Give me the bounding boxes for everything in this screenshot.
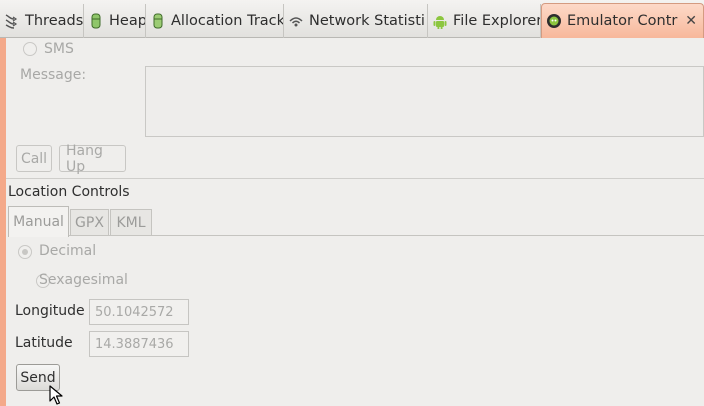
tab-file-explorer[interactable]: File Explorer — [428, 4, 541, 38]
location-controls-title: Location Controls — [8, 184, 130, 200]
latitude-value: 14.3887436 — [95, 336, 174, 352]
tab-manual[interactable]: Manual — [8, 206, 69, 237]
threads-icon — [5, 14, 18, 29]
tab-label: Threads — [25, 13, 84, 29]
tab-label: File Explorer — [453, 13, 541, 29]
call-button-label: Call — [20, 150, 48, 167]
close-icon[interactable]: ✕ — [685, 13, 697, 29]
allocation-icon — [153, 13, 163, 29]
hang-up-button[interactable]: Hang Up — [59, 142, 126, 175]
emulator-control-window: Threads Heap Allocation Track Network St… — [0, 0, 704, 406]
latitude-input[interactable]: 14.3887436 — [89, 331, 189, 357]
tab-network-statistics[interactable]: Network Statisti — [284, 4, 428, 38]
tab-gpx-label: GPX — [75, 215, 104, 231]
tab-heap[interactable]: Heap — [84, 4, 146, 38]
tab-kml-label: KML — [116, 215, 146, 231]
tab-threads[interactable]: Threads — [0, 4, 84, 38]
tab-kml[interactable]: KML — [110, 209, 152, 236]
sms-radio[interactable] — [23, 42, 37, 56]
heap-icon — [91, 13, 101, 29]
message-label: Message: — [20, 67, 87, 83]
emulator-control-panel: SMS Message: Call Hang Up Location Contr… — [0, 38, 704, 406]
tab-label: Network Statisti — [309, 13, 425, 29]
tab-label: Allocation Track — [171, 13, 284, 29]
latitude-label: Latitude — [15, 335, 73, 351]
view-tab-bar: Threads Heap Allocation Track Network St… — [0, 0, 704, 38]
longitude-value: 50.1042572 — [95, 304, 174, 320]
call-button[interactable]: Call — [16, 145, 52, 172]
message-textarea[interactable] — [145, 66, 704, 137]
tab-folder-border — [69, 235, 704, 236]
tab-emulator-control[interactable]: Emulator Contr ✕ — [541, 3, 704, 38]
location-tab-folder: Manual GPX KML Decimal Sexagesimal Longi… — [8, 206, 704, 406]
mouse-cursor-icon — [49, 385, 63, 405]
longitude-label: Longitude — [15, 303, 85, 319]
emulator-icon — [547, 14, 561, 28]
tab-manual-label: Manual — [13, 214, 64, 230]
tab-gpx[interactable]: GPX — [70, 209, 109, 236]
tab-label: Emulator Contr — [567, 13, 678, 29]
send-button-label: Send — [20, 369, 56, 386]
hang-up-button-label: Hang Up — [66, 142, 103, 175]
longitude-input[interactable]: 50.1042572 — [89, 299, 189, 325]
tab-allocation-tracker[interactable]: Allocation Track — [146, 4, 284, 38]
android-icon — [433, 16, 447, 29]
decimal-label: Decimal — [39, 243, 97, 259]
decimal-radio[interactable] — [18, 245, 32, 259]
sexagesimal-label: Sexagesimal — [39, 272, 128, 288]
sms-label: SMS — [44, 41, 74, 57]
network-icon — [289, 17, 303, 27]
section-divider — [6, 178, 704, 179]
tab-label: Heap — [109, 13, 146, 29]
